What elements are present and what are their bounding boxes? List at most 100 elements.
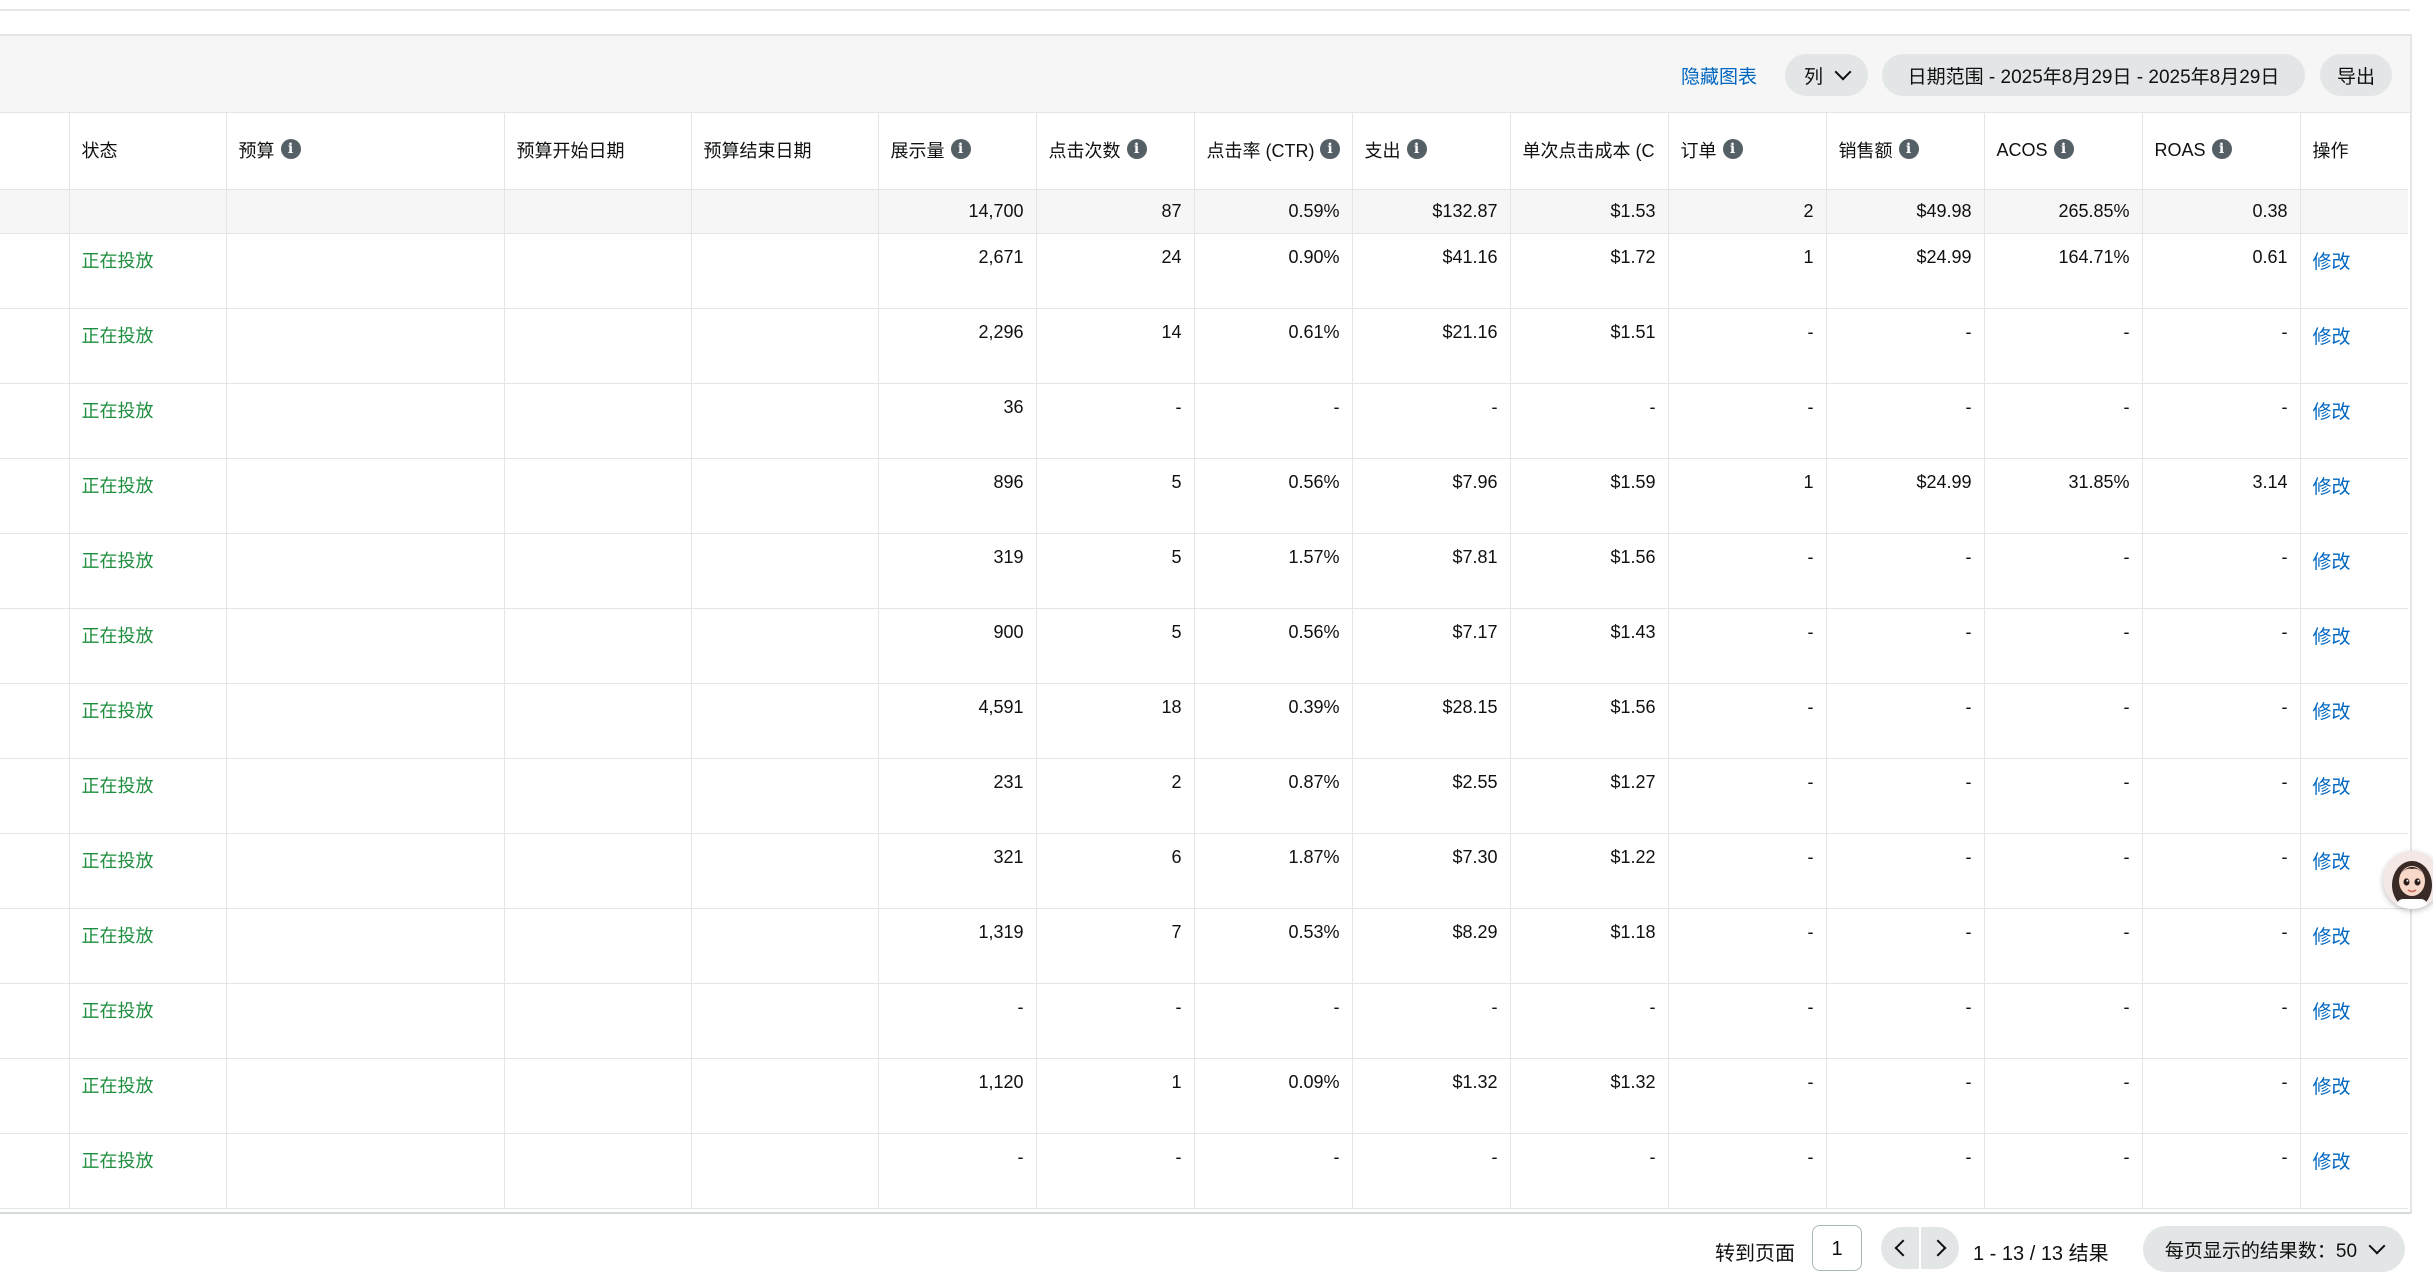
- totals-cell: [503, 189, 691, 234]
- info-icon[interactable]: i: [1320, 139, 1340, 160]
- ctr-cell: 1.87%: [1193, 833, 1352, 909]
- row-select-cell: [0, 458, 69, 534]
- cpc-cell: $1.27: [1509, 758, 1668, 834]
- info-icon[interactable]: i: [1898, 139, 1919, 160]
- row-select-cell: [0, 533, 69, 609]
- col-header-cpc[interactable]: 单次点击成本 (CPC): [1509, 112, 1668, 190]
- edit-link[interactable]: 修改: [2299, 608, 2408, 684]
- edit-link[interactable]: 修改: [2299, 383, 2408, 459]
- cpc-cell: $1.51: [1509, 308, 1668, 384]
- spend-cell: $41.16: [1351, 233, 1510, 309]
- budget-start-cell: [503, 458, 691, 534]
- budget-cell: [225, 308, 504, 384]
- impressions-cell: 2,671: [877, 233, 1036, 309]
- per-page-dropdown[interactable]: 每页显示的结果数：50: [2143, 1226, 2405, 1272]
- totals-clicks: 87: [1035, 189, 1194, 234]
- sales-cell: $24.99: [1825, 458, 1984, 534]
- table-row: 正在投放 - - - - - - - - - 修改: [0, 983, 2408, 1059]
- sales-cell: -: [1825, 908, 1984, 984]
- clicks-cell: 2: [1035, 758, 1194, 834]
- chevron-down-icon: [2368, 1237, 2386, 1255]
- spend-cell: $7.30: [1351, 833, 1510, 909]
- info-icon[interactable]: i: [1406, 139, 1427, 160]
- cpc-cell: $1.59: [1509, 458, 1668, 534]
- results-count: 1 - 13 / 13 结果: [1973, 1243, 2109, 1265]
- date-range-button[interactable]: 日期范围 - 2025年8月29日 - 2025年8月29日: [1882, 54, 2305, 96]
- edit-link[interactable]: 修改: [2299, 1058, 2408, 1134]
- roas-cell: -: [2141, 1058, 2300, 1134]
- info-icon[interactable]: i: [1722, 139, 1743, 160]
- orders-cell: -: [1667, 608, 1826, 684]
- info-icon[interactable]: i: [2053, 139, 2074, 160]
- orders-cell: -: [1667, 983, 1826, 1059]
- edit-link[interactable]: 修改: [2299, 1133, 2408, 1209]
- row-select-cell: [0, 833, 69, 909]
- budget-start-cell: [503, 1133, 691, 1209]
- totals-cell: [225, 189, 504, 234]
- assistant-avatar-icon[interactable]: [2383, 851, 2433, 909]
- info-icon[interactable]: i: [280, 139, 301, 160]
- impressions-cell: -: [877, 983, 1036, 1059]
- col-header-budget-end[interactable]: 预算结束日期: [690, 112, 878, 190]
- ctr-cell: 0.56%: [1193, 458, 1352, 534]
- budget-cell: [225, 758, 504, 834]
- col-header-clicks[interactable]: 点击次数 i: [1035, 112, 1194, 190]
- export-button[interactable]: 导出: [2320, 54, 2392, 96]
- edit-link[interactable]: 修改: [2299, 233, 2408, 309]
- col-header-spend[interactable]: 支出 i: [1351, 112, 1510, 190]
- columns-dropdown[interactable]: 列: [1785, 54, 1868, 96]
- info-icon[interactable]: i: [950, 139, 971, 160]
- acos-cell: -: [1983, 383, 2142, 459]
- col-header-budget-start[interactable]: 预算开始日期: [503, 112, 691, 190]
- impressions-cell: 36: [877, 383, 1036, 459]
- budget-start-cell: [503, 608, 691, 684]
- edit-link[interactable]: 修改: [2299, 983, 2408, 1059]
- spend-cell: $8.29: [1351, 908, 1510, 984]
- col-header-sales[interactable]: 销售额 i: [1825, 112, 1984, 190]
- acos-cell: -: [1983, 983, 2142, 1059]
- status-cell: 正在投放: [68, 833, 226, 909]
- orders-cell: 1: [1667, 458, 1826, 534]
- info-icon[interactable]: i: [2211, 139, 2232, 160]
- impressions-cell: 900: [877, 608, 1036, 684]
- col-header-impressions[interactable]: 展示量 i: [877, 112, 1036, 190]
- spend-cell: -: [1351, 383, 1510, 459]
- col-header-orders[interactable]: 订单 i: [1667, 112, 1826, 190]
- hide-chart-link[interactable]: 隐藏图表: [1681, 62, 1757, 89]
- roas-cell: 0.61: [2141, 233, 2300, 309]
- goto-page-label: 转到页面: [1715, 1243, 1795, 1265]
- table-row: 正在投放 4,591 18 0.39% $28.15 $1.56- - - - 修改: [0, 683, 2408, 759]
- col-header-label: 单次点击成本 (CPC): [1522, 141, 1656, 162]
- col-header-roas[interactable]: ROAS i: [2141, 112, 2300, 190]
- impressions-cell: 231: [877, 758, 1036, 834]
- row-select-cell: [0, 983, 69, 1059]
- orders-cell: 1: [1667, 233, 1826, 309]
- spend-cell: $7.81: [1351, 533, 1510, 609]
- budget-cell: [225, 608, 504, 684]
- ctr-cell: 0.39%: [1193, 683, 1352, 759]
- impressions-cell: 1,120: [877, 1058, 1036, 1134]
- prev-page-button[interactable]: [1881, 1227, 1919, 1269]
- clicks-cell: 5: [1035, 608, 1194, 684]
- col-header-status[interactable]: 状态: [68, 112, 226, 190]
- col-header-label: 预算开始日期: [516, 141, 625, 162]
- budget-cell: [225, 458, 504, 534]
- col-header-ctr[interactable]: 点击率 (CTR) i: [1193, 112, 1352, 190]
- sales-cell: -: [1825, 758, 1984, 834]
- edit-link[interactable]: 修改: [2299, 908, 2408, 984]
- next-page-button[interactable]: [1921, 1227, 1959, 1269]
- page-number-input[interactable]: 1: [1812, 1225, 1862, 1271]
- clicks-cell: 1: [1035, 1058, 1194, 1134]
- col-header-budget[interactable]: 预算 i: [225, 112, 504, 190]
- edit-link[interactable]: 修改: [2299, 458, 2408, 534]
- budget-end-cell: [690, 758, 878, 834]
- orders-cell: -: [1667, 383, 1826, 459]
- edit-link[interactable]: 修改: [2299, 683, 2408, 759]
- edit-link[interactable]: 修改: [2299, 533, 2408, 609]
- info-icon[interactable]: i: [1126, 139, 1147, 160]
- status-cell: 正在投放: [68, 683, 226, 759]
- status-cell: 正在投放: [68, 758, 226, 834]
- edit-link[interactable]: 修改: [2299, 308, 2408, 384]
- edit-link[interactable]: 修改: [2299, 758, 2408, 834]
- col-header-acos[interactable]: ACOS i: [1983, 112, 2142, 190]
